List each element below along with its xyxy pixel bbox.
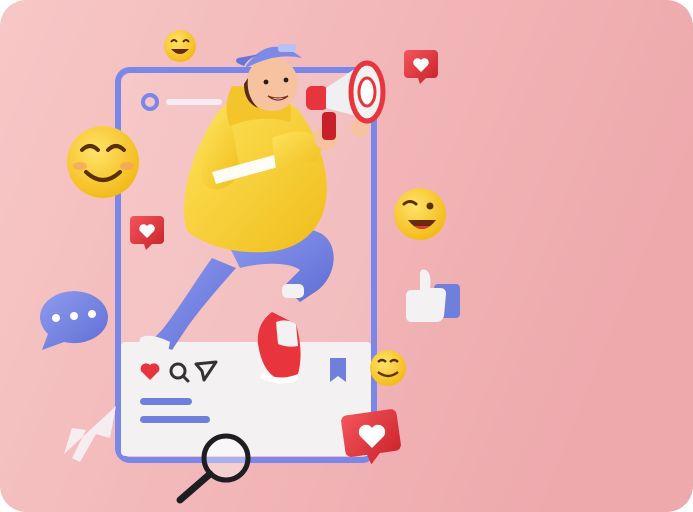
post-card	[121, 342, 371, 456]
profile-name-line	[166, 99, 222, 105]
social-media-marketing-illustration	[0, 0, 693, 512]
happy-emoji	[370, 350, 406, 386]
smiling-emoji	[67, 126, 139, 198]
head	[246, 57, 298, 111]
illustration	[0, 0, 693, 512]
grinning-emoji	[164, 30, 196, 62]
caption-line	[140, 398, 192, 405]
caption-line	[140, 416, 210, 423]
winking-emoji	[394, 188, 446, 240]
